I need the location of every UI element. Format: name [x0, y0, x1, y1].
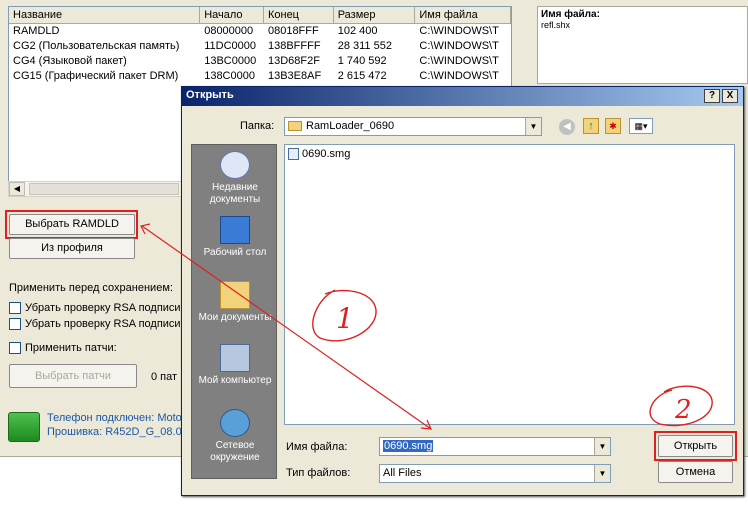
annotation-arrow — [140, 223, 432, 430]
annotation-step-2: 2 — [674, 395, 692, 425]
annotation-step-1: 1 — [336, 302, 354, 335]
annotation-overlay: 1 2 — [140, 223, 713, 430]
